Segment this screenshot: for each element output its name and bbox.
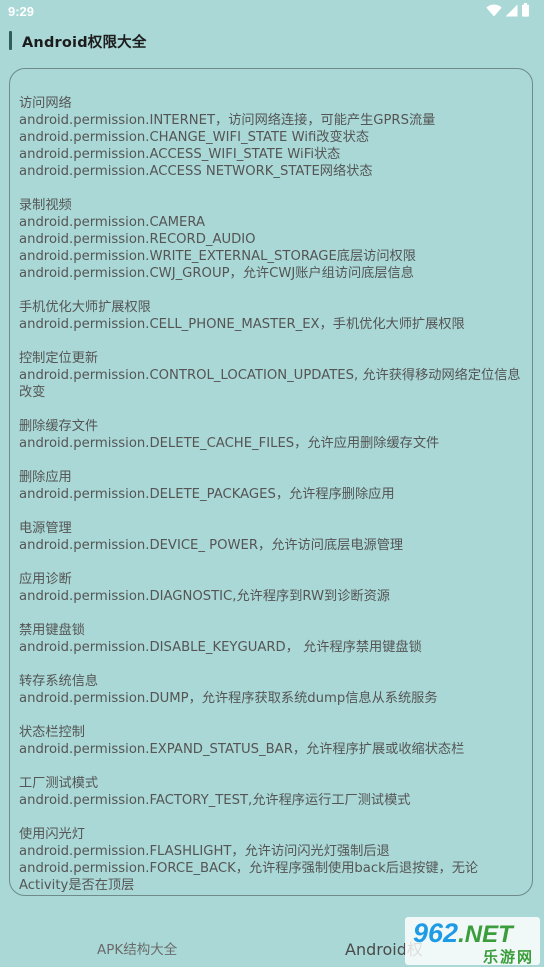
permission-line: android.permission.CONTROL_LOCATION_UPDA… bbox=[19, 368, 521, 400]
section-title: 电源管理 bbox=[19, 521, 72, 536]
permission-section: 删除应用 android.permission.DELETE_PACKAGES，允… bbox=[19, 469, 524, 503]
section-title: 录制视频 bbox=[19, 198, 72, 213]
permission-section: 使用闪光灯 android.permission.FLASHLIGHT，允许访问闪… bbox=[19, 826, 524, 894]
watermark-name: 乐游网 bbox=[482, 948, 534, 966]
status-bar: 9:29 bbox=[0, 0, 544, 22]
permission-line: android.permission.CWJ_GROUP，允许CWJ账户组访问底… bbox=[19, 266, 414, 281]
section-title: 访问网络 bbox=[19, 96, 72, 111]
permission-section: 工厂测试模式 android.permission.FACTORY_TEST,允许… bbox=[19, 775, 524, 809]
permission-section: 访问网络 android.permission.INTERNET，访问网络连接，可… bbox=[19, 95, 524, 180]
permission-section: 转存系统信息 android.permission.DUMP，允许程序获取系统du… bbox=[19, 673, 524, 707]
permission-section: 应用诊断 android.permission.DIAGNOSTIC,允许程序到R… bbox=[19, 571, 524, 605]
permission-section: 删除缓存文件 android.permission.DELETE_CACHE_FI… bbox=[19, 418, 524, 452]
permission-line: android.permission.DELETE_PACKAGES，允许程序删… bbox=[19, 487, 395, 502]
title-bar: Android权限大全 bbox=[0, 28, 544, 54]
title-accent-bar bbox=[9, 31, 12, 50]
wifi-icon bbox=[486, 3, 502, 17]
permission-line: android.permission.DEVICE_ POWER，允许访问底层电… bbox=[19, 538, 404, 553]
section-title: 使用闪光灯 bbox=[19, 827, 85, 842]
permission-line: android.permission.DISABLE_KEYGUARD， 允许程… bbox=[19, 640, 422, 655]
permission-section: 电源管理 android.permission.DEVICE_ POWER，允许访… bbox=[19, 520, 524, 554]
permission-line: android.permission.RECORD_AUDIO bbox=[19, 232, 256, 247]
watermark-digits: 962 bbox=[413, 918, 459, 948]
status-time: 9:29 bbox=[8, 4, 35, 19]
permission-line: android.permission.DELETE_CACHE_FILES，允许… bbox=[19, 436, 440, 451]
permission-section: 手机优化大师扩展权限 android.permission.CELL_PHONE_… bbox=[19, 299, 524, 333]
permission-line: android.permission.CAMERA bbox=[19, 215, 206, 230]
section-title: 工厂测试模式 bbox=[19, 776, 99, 791]
page-title: Android权限大全 bbox=[22, 35, 147, 51]
tab-apk-structure[interactable]: APK结构大全 bbox=[97, 938, 177, 958]
permission-section: 禁用键盘锁 android.permission.DISABLE_KEYGUARD… bbox=[19, 622, 524, 656]
permission-line: android.permission.DUMP，允许程序获取系统dump信息从系… bbox=[19, 691, 438, 706]
section-title: 手机优化大师扩展权限 bbox=[19, 300, 151, 315]
signal-icon bbox=[505, 4, 518, 16]
permission-line: android.permission.CHANGE_WIFI_STATE Wif… bbox=[19, 130, 370, 145]
section-title: 禁用键盘锁 bbox=[19, 623, 85, 638]
permission-line: android.permission.EXPAND_STATUS_BAR，允许程… bbox=[19, 742, 465, 757]
section-title: 删除应用 bbox=[19, 470, 72, 485]
section-title: 转存系统信息 bbox=[19, 674, 99, 689]
section-title: 状态栏控制 bbox=[19, 725, 85, 740]
watermark-site: 962.NET bbox=[413, 918, 513, 949]
permission-section: 状态栏控制 android.permission.EXPAND_STATUS_BA… bbox=[19, 724, 524, 758]
section-title: 控制定位更新 bbox=[19, 351, 99, 366]
permission-section: 控制定位更新 android.permission.CONTROL_LOCATIO… bbox=[19, 350, 524, 401]
watermark-logo: 962.NET 乐游网 bbox=[405, 917, 540, 966]
permission-section: 录制视频 android.permission.CAMERA android.per… bbox=[19, 197, 524, 282]
section-title: 删除缓存文件 bbox=[19, 419, 99, 434]
permission-line: android.permission.FORCE_BACK，允许程序强制使用ba… bbox=[19, 861, 479, 893]
permission-line: android.permission.FACTORY_TEST,允许程序运行工厂… bbox=[19, 793, 411, 808]
battery-icon bbox=[522, 3, 529, 17]
section-title: 应用诊断 bbox=[19, 572, 72, 587]
permission-line: android.permission.INTERNET，访问网络连接，可能产生G… bbox=[19, 113, 436, 128]
permission-list-card[interactable]: 访问网络 android.permission.INTERNET，访问网络连接，可… bbox=[9, 68, 533, 896]
permission-line: android.permission.CELL_PHONE_MASTER_EX，… bbox=[19, 317, 465, 332]
permission-list: 访问网络 android.permission.INTERNET，访问网络连接，可… bbox=[19, 95, 524, 895]
permission-line: android.permission.FLASHLIGHT，允许访问闪光灯强制后… bbox=[19, 844, 390, 859]
status-icons bbox=[486, 3, 530, 17]
permission-line: android.permission.WRITE_EXTERNAL_STORAG… bbox=[19, 249, 416, 264]
permission-line: android.permission.DIAGNOSTIC,允许程序到RW到诊断… bbox=[19, 589, 390, 604]
permission-line: android.permission.ACCESS_WIFI_STATE WiF… bbox=[19, 147, 341, 162]
permission-line: android.permission.ACCESS NETWORK_STATE网… bbox=[19, 164, 373, 179]
watermark-suffix: .NET bbox=[458, 921, 513, 948]
